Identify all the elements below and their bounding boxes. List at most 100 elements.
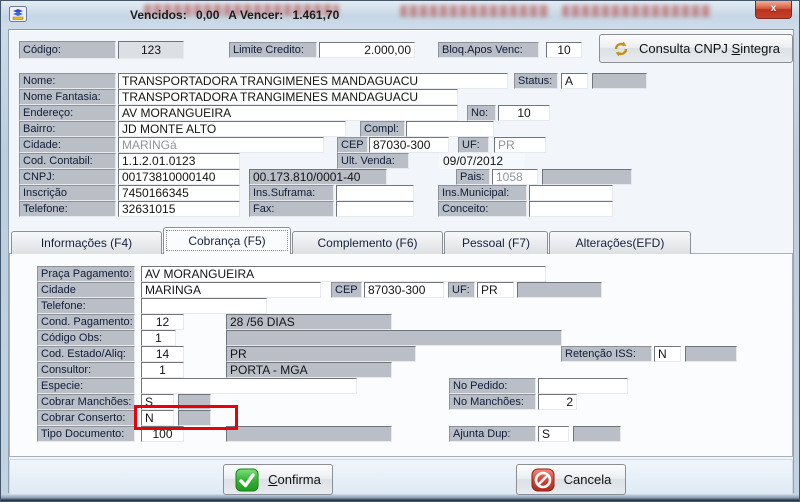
ins-suframa-label: Ins.Suframa: xyxy=(249,185,334,201)
uf-label: UF: xyxy=(458,137,489,153)
no-manchoes-label: No Manchões: xyxy=(449,394,536,410)
cobranca-uf-label: UF: xyxy=(448,282,475,298)
status-label: Status: xyxy=(514,73,558,89)
codigo-obs-field[interactable]: 1 xyxy=(141,330,176,346)
cobranca-uf-desc-box xyxy=(517,282,602,298)
cond-pagamento-label: Cond. Pagamento: xyxy=(37,314,135,330)
cep-field[interactable]: 87030-300 xyxy=(369,137,449,153)
cnpj-formatted-box: 00.173.810/0001-40 xyxy=(249,169,387,185)
cidade-label: Cidade: xyxy=(19,137,116,153)
conceito-field[interactable] xyxy=(529,201,613,217)
tab-complemento-f6[interactable]: Complemento (F6) xyxy=(292,231,443,254)
a-vencer-value: 1.461,70 xyxy=(293,8,340,22)
panel-highlight xyxy=(9,30,793,31)
cobrar-manchoes-label: Cobrar Manchões: xyxy=(37,394,135,410)
cnpj-field[interactable]: 00173810000140 xyxy=(118,169,240,185)
telefone-field[interactable]: 32631015 xyxy=(118,201,240,217)
retencao-iss-desc-box xyxy=(685,346,737,362)
no-pedido-field[interactable] xyxy=(538,378,628,394)
cod-contabil-field[interactable]: 1.1.2.01.0123 xyxy=(118,153,240,169)
ins-municipal-field[interactable] xyxy=(529,185,613,201)
cancela-button-label: Cancela xyxy=(564,472,612,487)
nome-field[interactable]: TRANSPORTADORA TRANGIMENES MANDAGUACU xyxy=(118,73,508,89)
bairro-field[interactable]: JD MONTE ALTO xyxy=(118,121,346,137)
cobranca-cidade-label: Cidade xyxy=(37,282,135,298)
consulta-cnpj-sintegra-button[interactable]: Consulta CNPJ Sintegra xyxy=(599,34,793,63)
tab-cobranca-f5[interactable]: Cobrança (F5) xyxy=(163,227,291,254)
cobranca-cep-label: CEP xyxy=(331,282,362,298)
close-button[interactable]: x xyxy=(755,1,792,19)
cobranca-cep-field[interactable]: 87030-300 xyxy=(364,282,444,298)
limite-credito-label: Limite Credito: xyxy=(229,42,317,58)
praca-pagamento-field[interactable]: AV MORANGUEIRA xyxy=(141,266,546,282)
ajunta-dup-field[interactable]: S xyxy=(538,426,569,442)
consultor-desc-box: PORTA - MGA xyxy=(226,362,392,378)
consultor-field[interactable]: 1 xyxy=(141,362,184,378)
cond-pagamento-desc-box: 28 /56 DIAS xyxy=(226,314,392,330)
bloq-apos-venc-field[interactable]: 10 xyxy=(546,42,582,58)
vencidos-value: 0,00 xyxy=(196,8,219,22)
inscricao-label: Inscrição xyxy=(19,185,116,201)
tab-pessoal-f7[interactable]: Pessoal (F7) xyxy=(444,231,548,254)
window-bottom-edge xyxy=(1,495,800,501)
no-manchoes-field[interactable]: 2 xyxy=(538,394,577,410)
bloq-apos-venc-label: Bloq.Apos Venc: xyxy=(438,42,539,58)
cod-estado-aliq-desc-box: PR xyxy=(226,346,416,362)
cnpj-label: CNPJ: xyxy=(19,169,116,185)
bairro-label: Bairro: xyxy=(19,121,116,137)
cancela-block-icon xyxy=(531,468,555,492)
nome-fantasia-field[interactable]: TRANSPORTADORA TRANGIMENES MANDAGUACU xyxy=(118,89,458,105)
endereco-label: Endereço: xyxy=(19,105,116,121)
confirma-button[interactable]: Confirma xyxy=(223,464,333,495)
limite-credito-field[interactable]: 2.000,00 xyxy=(319,42,415,58)
conceito-label: Conceito: xyxy=(438,201,527,217)
tab-alteracoes-efd[interactable]: Alterações(EFD) xyxy=(549,231,691,254)
ins-suframa-field[interactable] xyxy=(336,185,414,201)
cod-contabil-label: Cod. Contabil: xyxy=(19,153,116,169)
nome-label: Nome: xyxy=(19,73,116,89)
retencao-iss-field[interactable]: N xyxy=(654,346,681,362)
status-desc-box xyxy=(592,73,647,89)
cobranca-telefone-label: Telefone: xyxy=(37,298,135,314)
ult-venda-value: 09/07/2012 xyxy=(439,153,525,169)
pais-label: Pais: xyxy=(456,169,490,185)
cobranca-uf-field[interactable]: PR xyxy=(477,282,514,298)
redacted-text-blur xyxy=(400,5,550,17)
close-icon: x xyxy=(771,3,777,14)
tipo-documento-desc-box xyxy=(226,426,392,442)
praca-pagamento-label: Praça Pagamento: xyxy=(37,266,135,282)
pais-field: 1058 xyxy=(492,169,538,185)
app-icon xyxy=(9,6,27,22)
consulta-button-label: Consulta CNPJ Sintegra xyxy=(639,41,780,56)
cobranca-cidade-field[interactable]: MARINGA xyxy=(141,282,321,298)
cobranca-telefone-field[interactable] xyxy=(141,298,267,314)
codigo-obs-label: Código Obs: xyxy=(37,330,135,346)
retencao-iss-label: Retenção ISS: xyxy=(561,346,652,362)
cond-pagamento-field[interactable]: 12 xyxy=(141,314,184,330)
tab-informacoes-f4[interactable]: Informações (F4) xyxy=(11,231,162,254)
confirma-check-icon xyxy=(235,468,259,492)
ajunta-dup-desc-box xyxy=(573,426,621,442)
redacted-text-blur xyxy=(562,5,712,17)
codigo-field: 123 xyxy=(118,41,184,59)
ajunta-dup-label: Ajunta Dup: xyxy=(449,426,536,442)
footer-bar xyxy=(9,459,793,495)
cod-estado-aliq-field[interactable]: 14 xyxy=(141,346,184,362)
especie-label: Especie: xyxy=(37,378,135,394)
no-field[interactable]: 10 xyxy=(498,105,550,121)
cancela-button[interactable]: Cancela xyxy=(516,464,626,495)
fax-field[interactable] xyxy=(336,201,414,217)
especie-field[interactable] xyxy=(141,378,357,394)
status-field[interactable]: A xyxy=(561,73,588,89)
inscricao-field[interactable]: 7450166345 xyxy=(118,185,240,201)
cidade-field: MARINGá xyxy=(118,137,324,153)
titlebar: Vencidos: 0,00 A Vencer: 1.461,70 xyxy=(2,1,799,29)
telefone-label: Telefone: xyxy=(19,201,116,217)
endereco-field[interactable]: AV MORANGUEIRA xyxy=(118,105,458,121)
cod-estado-aliq-label: Cod. Estado/Aliq: xyxy=(37,346,135,362)
no-pedido-label: No Pedido: xyxy=(449,378,536,394)
uf-field: PR xyxy=(494,137,546,153)
no-label: No: xyxy=(467,105,496,121)
compl-field[interactable] xyxy=(406,121,494,137)
cep-label: CEP xyxy=(337,137,368,153)
